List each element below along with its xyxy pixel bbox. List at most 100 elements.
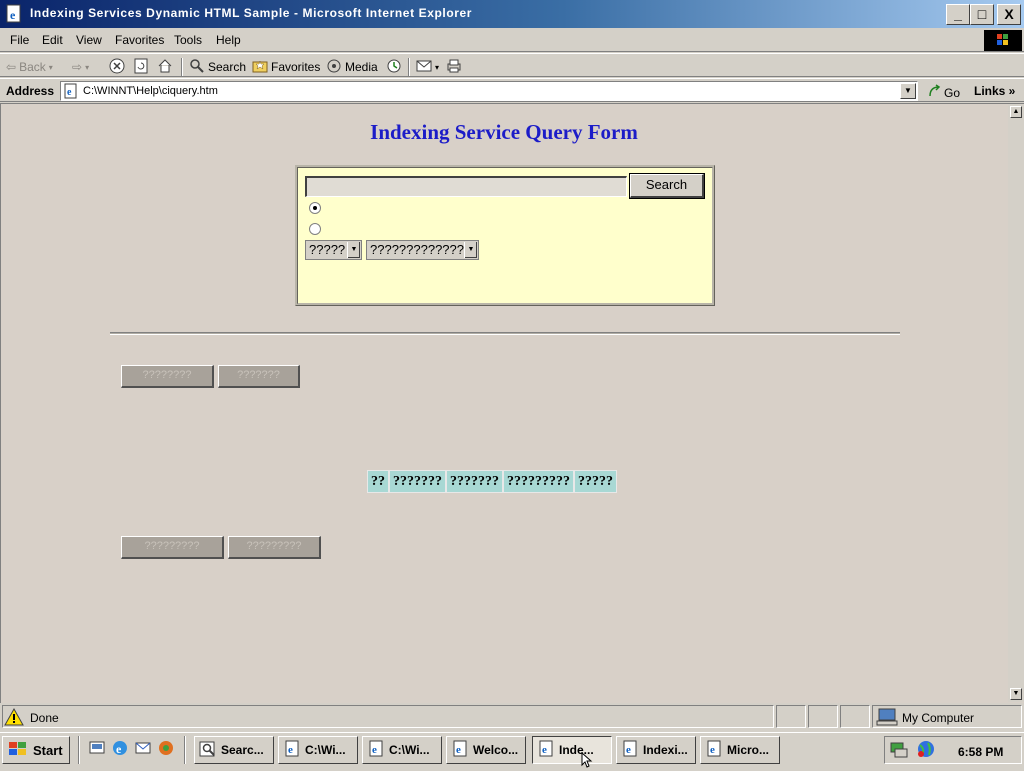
scroll-down-button[interactable]: ▼ xyxy=(1010,688,1022,700)
security-zone-label: My Computer xyxy=(902,711,975,725)
refresh-icon xyxy=(133,58,149,77)
status-panel xyxy=(776,705,806,728)
status-panel-main xyxy=(2,705,774,728)
status-text: Done xyxy=(30,711,59,725)
results-column-header[interactable]: ????? xyxy=(574,470,617,493)
svg-text:e: e xyxy=(626,744,631,756)
address-bar: Address e ▼ Go Links » xyxy=(0,78,1024,102)
status-panel xyxy=(808,705,838,728)
address-input[interactable] xyxy=(81,84,881,98)
mail-button[interactable]: ▾ xyxy=(416,58,439,76)
chevron-down-icon: ▼ xyxy=(464,242,477,258)
svg-text:e: e xyxy=(288,744,293,756)
toolbar-separator xyxy=(181,58,183,76)
results-column-header[interactable]: ??????? xyxy=(446,470,503,493)
results-table-header: ?? ??????? ??????? ????????? ????? xyxy=(366,469,618,494)
standard-toolbar: ⇦ Back ▾ ⇨ ▾ Search Favorites Media ▾ xyxy=(0,53,1024,77)
menu-tools[interactable]: Tools xyxy=(174,33,202,47)
globe-icon[interactable] xyxy=(915,739,937,762)
show-desktop-icon[interactable] xyxy=(88,739,106,760)
nav-button-1[interactable]: ???????? xyxy=(121,365,214,388)
windows-logo-icon xyxy=(984,30,1022,51)
history-button[interactable] xyxy=(386,58,402,76)
ie-page-icon: e xyxy=(283,740,301,761)
query-input[interactable] xyxy=(305,176,627,197)
search-mode-radio-1[interactable] xyxy=(309,202,321,214)
results-column-header[interactable]: ??????? xyxy=(389,470,446,493)
warning-icon xyxy=(4,707,24,730)
outlook-express-icon[interactable] xyxy=(134,739,152,760)
svg-text:e: e xyxy=(116,742,122,756)
start-button[interactable]: Start xyxy=(2,736,70,764)
mouse-cursor-icon xyxy=(581,751,593,771)
stop-button[interactable] xyxy=(109,58,125,76)
network-icon[interactable] xyxy=(889,739,911,762)
mail-icon xyxy=(416,58,432,77)
nav-button-4[interactable]: ????????? xyxy=(228,536,321,559)
links-button[interactable]: Links » xyxy=(974,84,1015,98)
ie-page-icon: e xyxy=(537,740,555,761)
menu-help[interactable]: Help xyxy=(216,33,241,47)
results-column-header[interactable]: ?? xyxy=(367,470,389,493)
svg-text:e: e xyxy=(67,87,72,98)
minimize-button[interactable]: _ xyxy=(946,4,970,25)
scope-select[interactable]: ????? ▼ xyxy=(305,240,362,260)
favorites-button[interactable]: Favorites xyxy=(252,58,320,76)
home-icon xyxy=(157,58,173,77)
taskbar-task-microsoft[interactable]: e Micro... xyxy=(700,736,780,764)
scroll-up-button[interactable]: ▲ xyxy=(1010,106,1022,118)
windows-flag-icon xyxy=(7,740,29,761)
nav-button-2[interactable]: ??????? xyxy=(218,365,300,388)
close-button[interactable]: X xyxy=(997,4,1021,25)
taskbar-task-folder-2[interactable]: e C:\Wi... xyxy=(362,736,442,764)
taskbar-task-folder-1[interactable]: e C:\Wi... xyxy=(278,736,358,764)
search-icon xyxy=(189,58,205,77)
media-player-icon[interactable] xyxy=(157,739,175,760)
query-form: Search ????? ▼ ????????????? ▼ xyxy=(295,165,715,306)
results-column-header[interactable]: ????????? xyxy=(503,470,574,493)
forward-button[interactable]: ⇨ ▾ xyxy=(72,58,89,76)
clock: 6:58 PM xyxy=(958,745,1004,759)
radio-selected-dot xyxy=(313,206,317,210)
search-submit-button[interactable]: Search xyxy=(629,173,705,199)
svg-text:e: e xyxy=(10,8,16,22)
ie-page-icon: e xyxy=(705,740,723,761)
taskbar-separator xyxy=(78,736,80,764)
page-title: Indexing Service Query Form xyxy=(370,120,638,144)
search-button[interactable]: Search xyxy=(189,58,246,76)
menu-file[interactable]: File xyxy=(10,33,29,47)
svg-text:e: e xyxy=(710,744,715,756)
horizontal-rule xyxy=(110,332,900,335)
menu-edit[interactable]: Edit xyxy=(42,33,63,47)
ie-page-icon: e xyxy=(63,83,79,102)
taskbar-task-indexing[interactable]: e Indexi... xyxy=(616,736,696,764)
title-bar[interactable]: e Indexing Services Dynamic HTML Sample … xyxy=(0,0,1024,28)
go-button[interactable]: Go xyxy=(928,84,960,101)
internet-explorer-icon[interactable]: e xyxy=(111,739,129,760)
chevron-down-icon: ▼ xyxy=(347,242,360,258)
home-button[interactable] xyxy=(157,58,173,76)
status-panel xyxy=(840,705,870,728)
taskbar-task-indexing-active[interactable]: e Inde... xyxy=(532,736,612,764)
ie-page-icon: e xyxy=(451,740,469,761)
menu-favorites[interactable]: Favorites xyxy=(115,33,164,47)
address-field[interactable]: e ▼ xyxy=(60,81,918,101)
media-button[interactable]: Media xyxy=(326,58,378,76)
back-button[interactable]: ⇦ Back ▾ xyxy=(6,58,53,76)
nav-button-3[interactable]: ????????? xyxy=(121,536,224,559)
refresh-button[interactable] xyxy=(133,58,149,76)
menu-view[interactable]: View xyxy=(76,33,102,47)
forward-arrow-icon: ⇨ xyxy=(72,60,83,74)
taskbar-task-search[interactable]: Searc... xyxy=(194,736,274,764)
search-mode-radio-2[interactable] xyxy=(309,223,321,235)
sort-select[interactable]: ????????????? ▼ xyxy=(366,240,479,260)
go-arrow-icon xyxy=(928,84,942,101)
vertical-scrollbar[interactable]: ▲ ▼ xyxy=(1008,104,1024,702)
taskbar-task-welcome[interactable]: e Welco... xyxy=(446,736,526,764)
print-button[interactable] xyxy=(446,58,462,76)
address-dropdown-button[interactable]: ▼ xyxy=(900,83,916,99)
maximize-button[interactable]: □ xyxy=(970,4,994,25)
toolbar-separator xyxy=(408,58,410,76)
ie-page-icon: e xyxy=(4,4,24,24)
search-icon xyxy=(199,740,217,761)
